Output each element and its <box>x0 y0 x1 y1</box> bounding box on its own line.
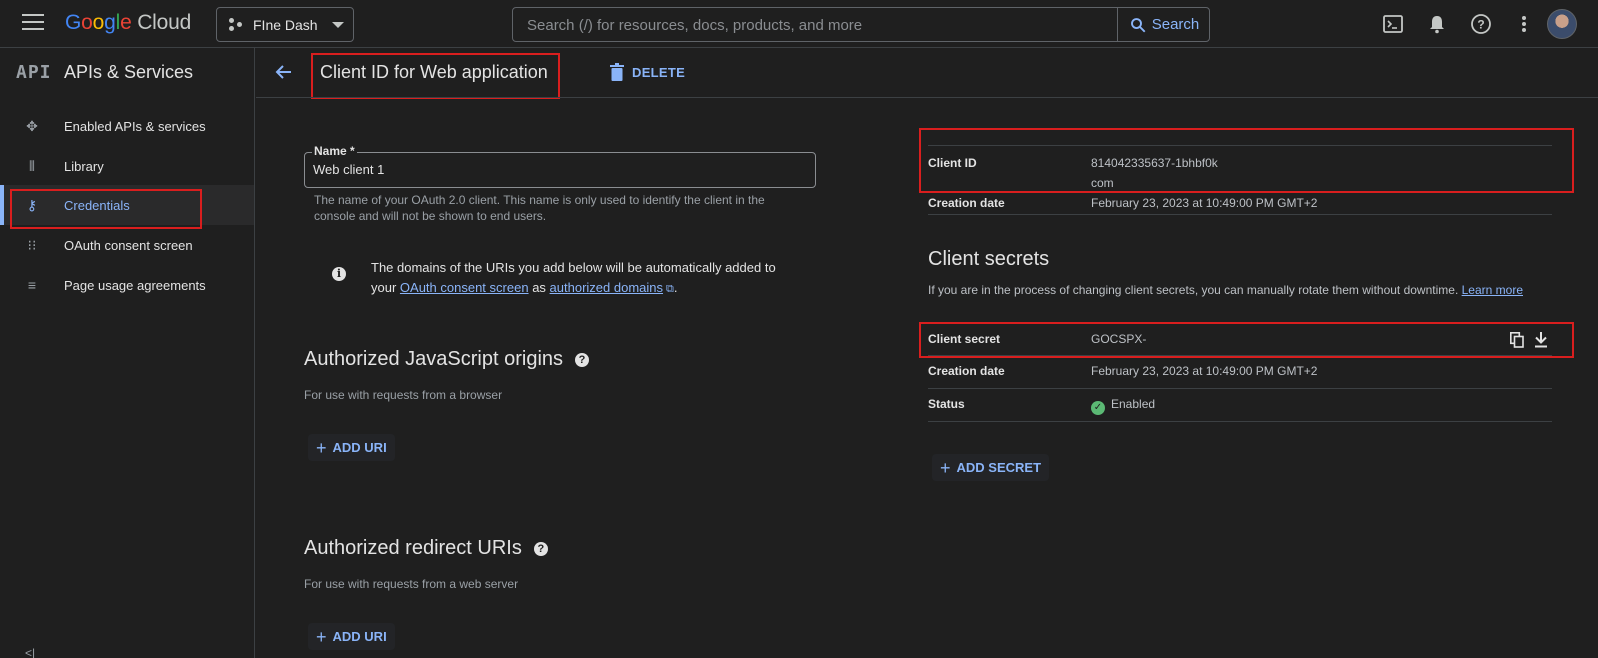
delete-label: DELETE <box>632 64 686 80</box>
svg-text:?: ? <box>1477 18 1484 32</box>
add-uri-label: ADD URI <box>332 440 387 455</box>
client-secret-row: Client secret GOCSPX- <box>928 324 1552 356</box>
sidebar-item-label: Credentials <box>64 197 130 213</box>
delete-button[interactable]: DELETE <box>610 63 685 81</box>
add-uri-label: ADD URI <box>332 629 387 644</box>
more-vert-icon[interactable] <box>1513 13 1535 35</box>
secret-creation-date-label: Creation date <box>928 364 1005 378</box>
secret-status-row: Status ✓ Enabled <box>928 389 1552 422</box>
main-menu-icon[interactable] <box>22 14 44 32</box>
api-logo: API <box>16 62 52 83</box>
collapse-nav-icon[interactable]: <| <box>25 646 35 658</box>
help-circle-icon[interactable]: ? <box>575 352 590 367</box>
js-origins-title: Authorized JavaScript origins ? <box>304 348 590 371</box>
brand-cloud-text: Cloud <box>137 11 192 34</box>
sidebar-item-label: OAuth consent screen <box>64 237 193 253</box>
consent-icon: ⁝⁝ <box>27 236 37 253</box>
external-link-icon: ⧉ <box>666 283 674 295</box>
help-circle-icon[interactable]: ? <box>533 541 548 556</box>
secret-creation-date-row: Creation date February 23, 2023 at 10:49… <box>928 356 1552 389</box>
apis-hub-icon: ✥ <box>26 117 38 134</box>
active-indicator <box>0 185 4 225</box>
key-icon: ⚷ <box>26 196 38 213</box>
info-text-mid: as <box>532 280 546 295</box>
check-circle-icon: ✓ <box>1091 401 1105 415</box>
google-cloud-logo[interactable]: Google Cloud <box>65 11 191 35</box>
oauth-consent-link[interactable]: OAuth consent screen <box>400 280 529 295</box>
secret-creation-date-value: February 23, 2023 at 10:49:00 PM GMT+2 <box>1091 364 1318 378</box>
sidebar-item-label: Page usage agreements <box>64 277 206 293</box>
search-input[interactable] <box>527 15 1087 35</box>
back-arrow-icon[interactable] <box>274 62 294 82</box>
project-picker-button[interactable]: FIne Dash <box>216 7 354 42</box>
download-icon[interactable] <box>1534 332 1548 348</box>
search-bar: Search <box>512 7 1210 42</box>
js-origins-title-text: Authorized JavaScript origins <box>304 348 564 370</box>
name-input[interactable] <box>313 162 793 177</box>
redirect-uris-title-text: Authorized redirect URIs <box>304 537 522 559</box>
add-js-origin-uri-button[interactable]: + ADD URI <box>308 434 395 461</box>
project-icon <box>229 17 243 32</box>
sidebar-item-label: Enabled APIs & services <box>64 118 206 134</box>
domains-info-text: The domains of the URIs you add below wi… <box>371 258 791 299</box>
plus-icon: + <box>940 457 951 478</box>
name-field <box>304 152 816 188</box>
sidebar-item-library[interactable]: ⦀ Library <box>0 146 254 186</box>
chevron-down-icon <box>331 21 344 28</box>
add-redirect-uri-button[interactable]: + ADD URI <box>308 623 395 650</box>
project-name: FIne Dash <box>253 16 318 33</box>
add-secret-button[interactable]: + ADD SECRET <box>932 454 1050 481</box>
sidebar-item-label: Library <box>64 158 104 174</box>
notifications-bell-icon[interactable] <box>1426 13 1448 35</box>
sidebar-title: APIs & Services <box>64 62 194 82</box>
client-secret-label: Client secret <box>928 332 1001 346</box>
page-title: Client ID for Web application <box>320 62 548 82</box>
status-value: ✓ Enabled <box>1091 397 1155 415</box>
client-secrets-description: If you are in the process of changing cl… <box>928 283 1523 297</box>
add-secret-label: ADD SECRET <box>956 460 1042 475</box>
client-secrets-description-text: If you are in the process of changing cl… <box>928 283 1459 297</box>
header-divider <box>256 97 1598 98</box>
search-icon <box>1130 17 1146 32</box>
authorized-domains-link[interactable]: authorized domains <box>550 280 663 295</box>
search-button-label: Search <box>1151 16 1200 33</box>
info-icon: i <box>332 267 346 281</box>
settings-list-icon: ≡ <box>27 277 37 293</box>
client-secret-value[interactable]: GOCSPX- <box>1091 332 1146 346</box>
redirect-uris-title: Authorized redirect URIs ? <box>304 537 548 560</box>
client-secrets-title: Client secrets <box>928 248 1050 270</box>
creation-date-value: February 23, 2023 at 10:49:00 PM GMT+2 <box>1091 196 1318 210</box>
redirect-uris-subtitle: For use with requests from a web server <box>304 577 519 591</box>
creation-date-label: Creation date <box>928 196 1005 210</box>
sidebar-item-enabled-apis[interactable]: ✥ Enabled APIs & services <box>0 106 254 146</box>
help-icon[interactable]: ? <box>1470 13 1492 35</box>
cloud-shell-icon[interactable] <box>1382 13 1404 35</box>
status-value-text: Enabled <box>1111 397 1156 411</box>
sidebar-item-page-usage[interactable]: ≡ Page usage agreements <box>0 265 254 305</box>
copy-icon[interactable] <box>1510 332 1524 348</box>
trash-icon <box>610 63 624 81</box>
client-id-label: Client ID <box>928 156 977 170</box>
client-creation-date-row: Creation date February 23, 2023 at 10:49… <box>928 192 1552 215</box>
name-label: Name * <box>312 144 357 158</box>
client-id-value-line1[interactable]: 814042335637-1bhbf0k <box>1091 156 1218 170</box>
sidebar-item-credentials[interactable]: ⚷ Credentials <box>0 185 254 225</box>
js-origins-subtitle: For use with requests from a browser <box>304 388 503 402</box>
client-id-row: Client ID 814042335637-1bhbf0k com <box>928 148 1552 192</box>
search-button[interactable]: Search <box>1117 8 1210 41</box>
library-icon: ⦀ <box>28 157 36 174</box>
name-help-text: The name of your OAuth 2.0 client. This … <box>314 193 765 223</box>
account-avatar[interactable] <box>1547 9 1577 39</box>
plus-icon: + <box>316 626 327 647</box>
sidebar-item-oauth-consent[interactable]: ⁝⁝ OAuth consent screen <box>0 225 254 265</box>
client-id-value-line2[interactable]: com <box>1091 176 1114 190</box>
learn-more-link[interactable]: Learn more <box>1462 283 1523 297</box>
info-text-suffix: . <box>673 280 678 295</box>
client-id-top-divider <box>928 145 1552 146</box>
plus-icon: + <box>316 437 327 458</box>
status-label: Status <box>928 397 965 411</box>
